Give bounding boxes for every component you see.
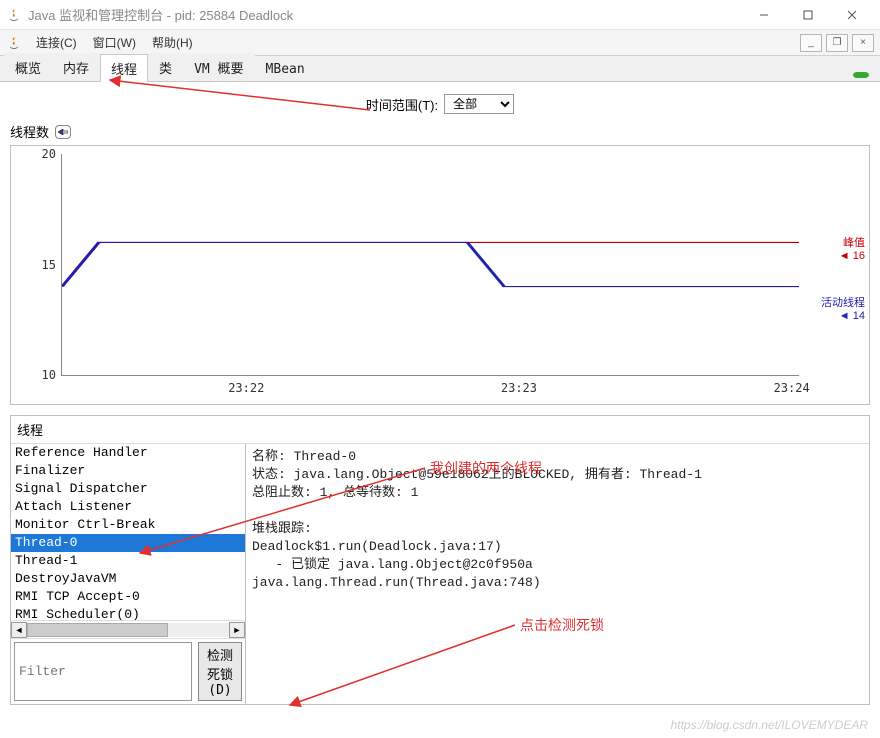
window-title: Java 监视和管理控制台 - pid: 25884 Deadlock <box>28 5 742 24</box>
threads-panel-title: 线程 <box>11 416 869 444</box>
window-controls <box>742 1 874 29</box>
chart-title: 线程数 <box>10 122 49 141</box>
chart-legend: 峰值 ◄ 16 活动线程 ◄ 14 <box>821 234 865 322</box>
chart-plot: 20 15 10 23:22 23:23 23:24 <box>61 154 799 376</box>
detail-stack-line: java.lang.Thread.run(Thread.java:748) <box>252 575 541 590</box>
tab-classes[interactable]: 类 <box>148 53 183 81</box>
inner-close-button[interactable]: × <box>852 34 874 52</box>
scroll-right-button[interactable]: ► <box>229 622 245 638</box>
menubar: 连接(C) 窗口(W) 帮助(H) _ ❐ × <box>0 30 880 56</box>
tab-threads[interactable]: 线程 <box>100 54 148 82</box>
horizontal-scrollbar[interactable]: ◄ ► <box>11 620 245 638</box>
list-item[interactable]: Attach Listener <box>11 498 245 516</box>
threads-section: 线程 Reference Handler Finalizer Signal Di… <box>10 415 870 705</box>
detect-deadlock-button[interactable]: 检测死锁(D) <box>198 642 242 701</box>
list-item[interactable]: RMI Scheduler(0) <box>11 606 245 620</box>
y-tick: 10 <box>32 368 56 382</box>
list-item[interactable]: Signal Dispatcher <box>11 480 245 498</box>
detail-blocked-label: 总阻止数: <box>252 485 312 500</box>
list-item[interactable]: Thread-1 <box>11 552 245 570</box>
x-tick: 23:24 <box>774 381 810 395</box>
list-item[interactable]: Finalizer <box>11 462 245 480</box>
list-item[interactable]: Monitor Ctrl-Break <box>11 516 245 534</box>
list-item[interactable]: DestroyJavaVM <box>11 570 245 588</box>
chart-collapse-button[interactable] <box>55 125 71 139</box>
detail-blocked-value: 1, 总等待数: 1 <box>320 485 419 500</box>
x-tick: 23:22 <box>228 381 264 395</box>
maximize-button[interactable] <box>786 1 830 29</box>
legend-peak-label: 峰值 <box>843 237 865 249</box>
time-range-select[interactable]: 全部 <box>444 94 514 114</box>
filter-input[interactable] <box>14 642 192 701</box>
time-range-label: 时间范围(T): <box>366 95 438 114</box>
legend-live-value: 14 <box>853 310 865 322</box>
window-titlebar: Java 监视和管理控制台 - pid: 25884 Deadlock <box>0 0 880 30</box>
thread-list-panel: Reference Handler Finalizer Signal Dispa… <box>11 444 246 704</box>
detail-stack-label: 堆栈跟踪: <box>252 521 312 536</box>
detail-state-label: 状态: <box>252 467 286 482</box>
java-icon <box>6 7 22 23</box>
menu-connect[interactable]: 连接(C) <box>28 31 85 54</box>
time-range-row: 时间范围(T): 全部 <box>0 82 880 122</box>
close-button[interactable] <box>830 1 874 29</box>
legend-live-label: 活动线程 <box>821 297 865 309</box>
y-tick: 15 <box>32 258 56 272</box>
detail-state-value: java.lang.Object@59e18062上的BLOCKED, 拥有者:… <box>294 467 702 482</box>
x-tick: 23:23 <box>501 381 537 395</box>
inner-minimize-button[interactable]: _ <box>800 34 822 52</box>
list-item[interactable]: RMI TCP Accept-0 <box>11 588 245 606</box>
connection-status-icon <box>852 69 870 81</box>
tab-memory[interactable]: 内存 <box>52 53 100 81</box>
thread-detail: 名称: Thread-0 状态: java.lang.Object@59e180… <box>246 444 869 704</box>
list-item[interactable]: Reference Handler <box>11 444 245 462</box>
list-item[interactable]: Thread-0 <box>11 534 245 552</box>
detail-stack-line: - 已锁定 java.lang.Object@2c0f950a <box>252 557 533 572</box>
menu-help[interactable]: 帮助(H) <box>144 31 201 54</box>
inner-maximize-button[interactable]: ❐ <box>826 34 848 52</box>
y-tick: 20 <box>32 147 56 161</box>
chart-box: 20 15 10 23:22 23:23 23:24 峰值 ◄ 16 活动线程 … <box>10 145 870 405</box>
inner-window-controls: _ ❐ × <box>800 34 874 52</box>
tab-mbean[interactable]: MBean <box>255 57 316 81</box>
detail-stack-line: Deadlock$1.run(Deadlock.java:17) <box>252 539 502 554</box>
detail-name-value: Thread-0 <box>294 449 356 464</box>
main-tabs: 概览 内存 线程 类 VM 概要 MBean <box>0 56 880 82</box>
legend-peak-value: 16 <box>853 250 865 262</box>
detail-name-label: 名称: <box>252 449 286 464</box>
scroll-thumb[interactable] <box>27 623 168 637</box>
watermark: https://blog.csdn.net/ILOVEMYDEAR <box>671 718 868 732</box>
scroll-left-button[interactable]: ◄ <box>11 622 27 638</box>
scroll-track[interactable] <box>27 623 229 637</box>
minimize-button[interactable] <box>742 1 786 29</box>
chart-section: 线程数 20 15 10 23:22 23:23 23:24 峰值 <box>10 122 870 405</box>
tab-overview[interactable]: 概览 <box>4 53 52 81</box>
java-icon <box>6 35 22 51</box>
tab-vm-summary[interactable]: VM 概要 <box>183 53 254 81</box>
thread-list[interactable]: Reference Handler Finalizer Signal Dispa… <box>11 444 245 620</box>
menu-window[interactable]: 窗口(W) <box>85 31 144 54</box>
